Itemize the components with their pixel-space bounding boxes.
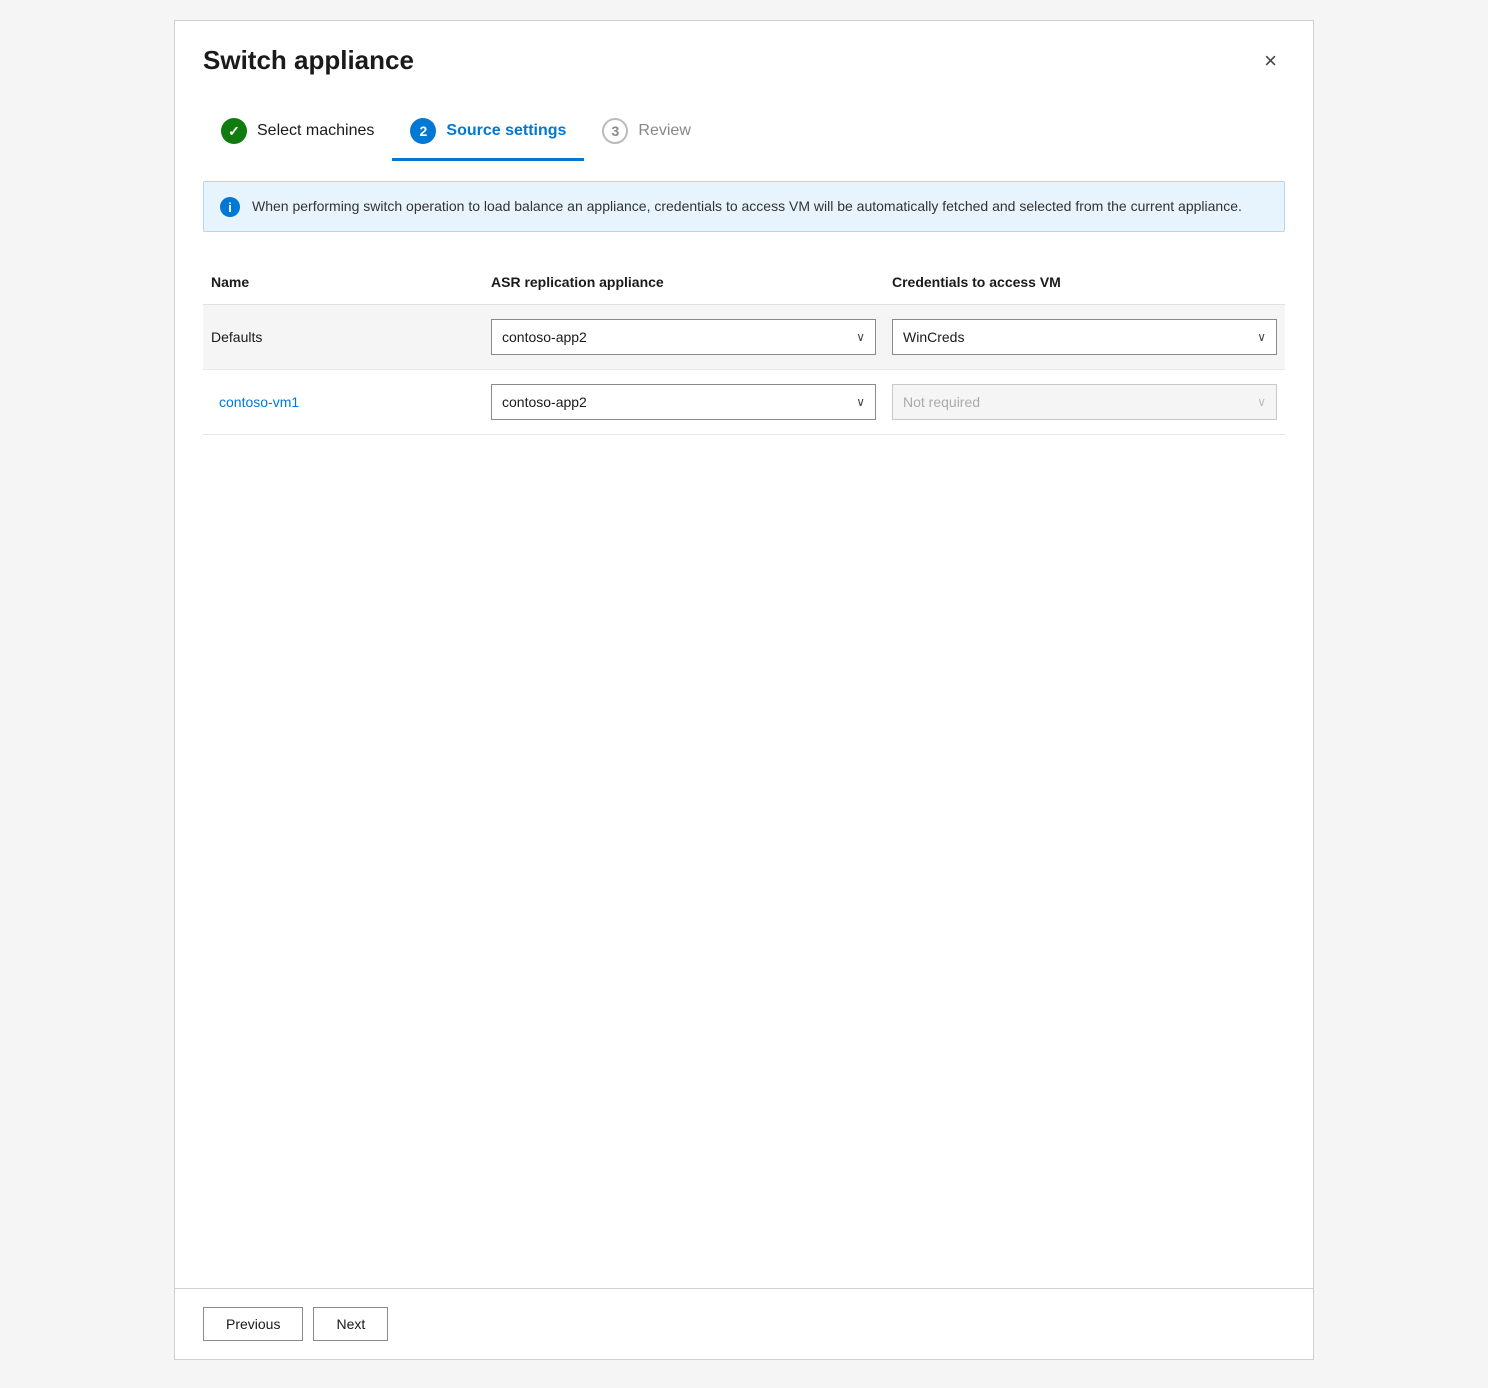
info-banner: i When performing switch operation to lo… xyxy=(203,181,1285,232)
dialog-content: i When performing switch operation to lo… xyxy=(175,161,1313,1288)
step-1-icon: ✓ xyxy=(221,118,247,144)
close-button[interactable]: × xyxy=(1256,46,1285,76)
row-vm1-asr-cell: contoso-app2 ∨ xyxy=(483,370,884,434)
table-container: Name ASR replication appliance Credentia… xyxy=(203,260,1285,435)
row-defaults-creds-dropdown[interactable]: WinCreds ∨ xyxy=(892,319,1277,355)
row-vm1-asr-value: contoso-app2 xyxy=(502,394,587,410)
info-text: When performing switch operation to load… xyxy=(252,196,1242,217)
step-review[interactable]: 3 Review xyxy=(584,108,708,161)
switch-appliance-dialog: Switch appliance × ✓ Select machines 2 S… xyxy=(174,20,1314,1360)
row-vm1-name: contoso-vm1 xyxy=(203,384,483,420)
row-vm1-asr-arrow: ∨ xyxy=(856,395,865,409)
step-3-label: Review xyxy=(638,122,690,140)
step-2-icon: 2 xyxy=(410,118,436,144)
row-defaults-name: Defaults xyxy=(203,319,483,355)
row-vm1-creds-arrow: ∨ xyxy=(1257,395,1266,409)
dialog-title: Switch appliance xyxy=(203,45,414,76)
step-2-label: Source settings xyxy=(446,122,566,140)
row-defaults-asr-arrow: ∨ xyxy=(856,330,865,344)
step-select-machines[interactable]: ✓ Select machines xyxy=(203,108,392,161)
dialog-footer: Previous Next xyxy=(175,1288,1313,1359)
row-vm1-asr-dropdown[interactable]: contoso-app2 ∨ xyxy=(491,384,876,420)
row-vm1-creds-cell: Not required ∨ xyxy=(884,370,1285,434)
step-3-icon: 3 xyxy=(602,118,628,144)
row-defaults-asr-dropdown[interactable]: contoso-app2 ∨ xyxy=(491,319,876,355)
next-button[interactable]: Next xyxy=(313,1307,388,1341)
row-defaults-asr-cell: contoso-app2 ∨ xyxy=(483,305,884,369)
step-source-settings[interactable]: 2 Source settings xyxy=(392,108,584,161)
dialog-header: Switch appliance × xyxy=(175,21,1313,92)
previous-button[interactable]: Previous xyxy=(203,1307,303,1341)
row-vm1-creds-value: Not required xyxy=(903,394,980,410)
info-icon: i xyxy=(220,197,240,217)
row-defaults-creds-value: WinCreds xyxy=(903,329,964,345)
steps-bar: ✓ Select machines 2 Source settings 3 Re… xyxy=(175,92,1313,161)
table-header: Name ASR replication appliance Credentia… xyxy=(203,260,1285,305)
row-vm1-name-link[interactable]: contoso-vm1 xyxy=(211,384,307,420)
table-row-defaults: Defaults contoso-app2 ∨ WinCreds ∨ xyxy=(203,305,1285,370)
row-defaults-creds-arrow: ∨ xyxy=(1257,330,1266,344)
row-vm1-creds-dropdown: Not required ∨ xyxy=(892,384,1277,420)
col-header-name: Name xyxy=(203,268,483,296)
col-header-asr: ASR replication appliance xyxy=(483,268,884,296)
row-defaults-asr-value: contoso-app2 xyxy=(502,329,587,345)
table-row-vm1: contoso-vm1 contoso-app2 ∨ Not required … xyxy=(203,370,1285,435)
row-defaults-creds-cell: WinCreds ∨ xyxy=(884,305,1285,369)
step-1-label: Select machines xyxy=(257,122,374,140)
col-header-credentials: Credentials to access VM xyxy=(884,268,1285,296)
